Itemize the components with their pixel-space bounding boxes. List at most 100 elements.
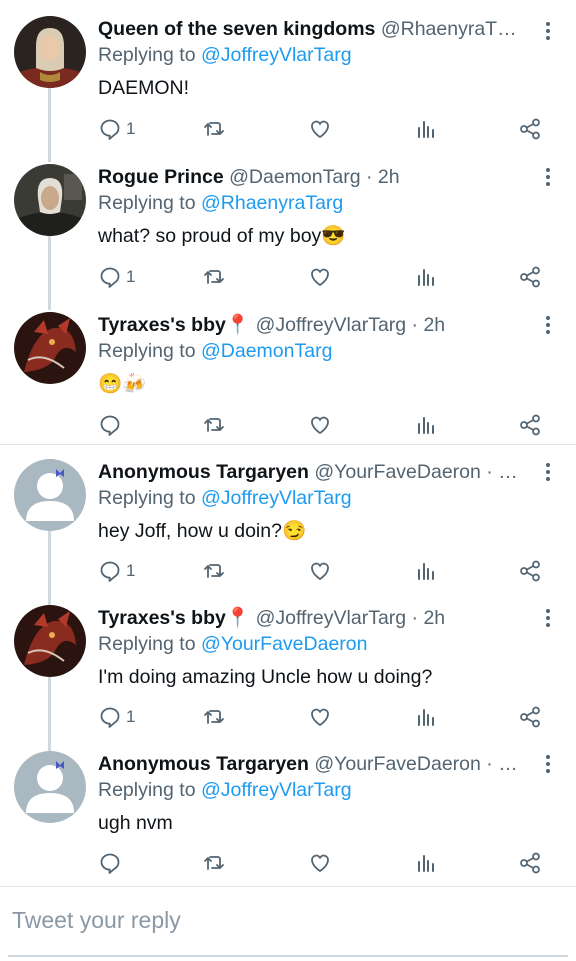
replying-to-label: Replying to [98, 779, 196, 801]
avatar[interactable] [14, 751, 86, 823]
tweet-actions: 1 [98, 264, 548, 290]
analytics-icon [418, 121, 434, 138]
replying-to: Replying to @DaemonTarg [98, 338, 538, 364]
sunglasses-emoji: 😎 [321, 225, 346, 247]
mention-link[interactable]: @JoffreyVlarTarg [201, 487, 352, 509]
retweet-icon [204, 710, 224, 724]
retweet-button[interactable] [202, 264, 226, 290]
share-button[interactable] [518, 412, 542, 438]
reply-button[interactable] [98, 850, 126, 876]
retweet-button[interactable] [202, 412, 226, 438]
more-icon[interactable] [538, 751, 558, 777]
like-button[interactable] [308, 704, 332, 730]
avatar[interactable] [14, 312, 86, 384]
reply-icon [100, 415, 120, 436]
analytics-button[interactable] [414, 412, 438, 438]
like-button[interactable] [308, 412, 332, 438]
mention-link[interactable]: @JoffreyVlarTarg [201, 44, 352, 66]
tweet[interactable]: Anonymous Targaryen @YourFaveDaeron · … … [0, 737, 576, 885]
share-icon [520, 266, 540, 288]
mention-link[interactable]: @RhaenyraTarg [201, 192, 343, 214]
avatar[interactable] [14, 459, 86, 531]
mention-link[interactable]: @DaemonTarg [201, 340, 332, 362]
share-button[interactable] [518, 704, 542, 730]
replying-to-label: Replying to [98, 633, 196, 655]
replying-to: Replying to @JoffreyVlarTarg [98, 777, 538, 803]
reply-button[interactable]: 1 [98, 558, 135, 584]
share-button[interactable] [518, 264, 542, 290]
user-handle[interactable]: @RhaenyraT… [381, 18, 517, 40]
retweet-button[interactable] [202, 116, 226, 142]
display-name[interactable]: Rogue Prince [98, 166, 224, 188]
reply-button[interactable]: 1 [98, 116, 135, 142]
tweet-actions [98, 850, 548, 876]
replying-to: Replying to @YourFaveDaeron [98, 631, 538, 657]
display-name[interactable]: Queen of the seven kingdoms [98, 18, 375, 40]
mention-link[interactable]: @YourFaveDaeron [201, 633, 368, 655]
tweet[interactable]: Anonymous Targaryen @YourFaveDaeron · … … [0, 445, 576, 605]
avatar[interactable] [14, 605, 86, 677]
smirk-emoji: 😏 [281, 520, 307, 542]
pin-emoji: 📍 [225, 607, 251, 629]
replying-to-label: Replying to [98, 487, 196, 509]
replying-to: Replying to @RhaenyraTarg [98, 190, 538, 216]
reply-icon [100, 561, 120, 582]
retweet-button[interactable] [202, 850, 226, 876]
tweet-header: Rogue Prince @DaemonTarg · 2h [98, 164, 538, 190]
retweet-button[interactable] [202, 558, 226, 584]
share-icon [520, 118, 540, 140]
replying-to-label: Replying to [98, 340, 196, 362]
reply-count: 1 [126, 119, 136, 138]
tweet[interactable]: Queen of the seven kingdoms @RhaenyraT… … [0, 0, 576, 162]
user-handle[interactable]: @JoffreyVlarTarg · 2h [256, 607, 446, 629]
avatar[interactable] [14, 164, 86, 236]
display-name[interactable]: Anonymous Targaryen [98, 461, 309, 483]
like-icon [311, 120, 329, 138]
reply-input[interactable]: Tweet your reply [12, 907, 181, 934]
analytics-button[interactable] [414, 116, 438, 142]
analytics-icon [418, 563, 434, 580]
reply-button[interactable] [98, 412, 126, 438]
tweet-actions: 1 [98, 704, 548, 730]
more-icon[interactable] [538, 164, 558, 190]
share-button[interactable] [518, 850, 542, 876]
display-name[interactable]: Tyraxes's bby [98, 607, 226, 629]
analytics-icon [418, 417, 434, 434]
user-handle[interactable]: @YourFaveDaeron · … [314, 461, 517, 483]
tweet[interactable]: Tyraxes's bby📍 @JoffreyVlarTarg · 2h Rep… [0, 296, 576, 444]
like-button[interactable] [308, 558, 332, 584]
retweet-icon [204, 418, 224, 432]
tweet-actions [98, 412, 548, 438]
more-icon[interactable] [538, 18, 558, 44]
more-icon[interactable] [538, 312, 558, 338]
like-button[interactable] [308, 264, 332, 290]
mention-link[interactable]: @JoffreyVlarTarg [201, 779, 352, 801]
retweet-icon [204, 122, 224, 136]
replying-to: Replying to @JoffreyVlarTarg [98, 42, 538, 68]
display-name[interactable]: Tyraxes's bby [98, 314, 226, 336]
reply-button[interactable]: 1 [98, 704, 135, 730]
tweet-header: Anonymous Targaryen @YourFaveDaeron · … [98, 459, 538, 485]
reply-composer[interactable]: Tweet your reply [0, 886, 576, 961]
user-handle[interactable]: @DaemonTarg · 2h [229, 166, 399, 188]
avatar[interactable] [14, 16, 86, 88]
analytics-button[interactable] [414, 264, 438, 290]
share-button[interactable] [518, 558, 542, 584]
user-handle[interactable]: @JoffreyVlarTarg · 2h [256, 314, 446, 336]
analytics-button[interactable] [414, 558, 438, 584]
more-icon[interactable] [538, 605, 558, 631]
like-button[interactable] [308, 850, 332, 876]
like-icon [311, 708, 329, 726]
analytics-button[interactable] [414, 850, 438, 876]
analytics-button[interactable] [414, 704, 438, 730]
tweet[interactable]: Rogue Prince @DaemonTarg · 2h Replying t… [0, 148, 576, 310]
tweet[interactable]: Tyraxes's bby📍 @JoffreyVlarTarg · 2h Rep… [0, 591, 576, 751]
share-button[interactable] [518, 116, 542, 142]
user-handle[interactable]: @YourFaveDaeron · … [314, 753, 517, 775]
display-name[interactable]: Anonymous Targaryen [98, 753, 309, 775]
like-button[interactable] [308, 116, 332, 142]
tweet-text: 😁🍻 [98, 371, 538, 397]
more-icon[interactable] [538, 459, 558, 485]
reply-button[interactable]: 1 [98, 264, 135, 290]
retweet-button[interactable] [202, 704, 226, 730]
